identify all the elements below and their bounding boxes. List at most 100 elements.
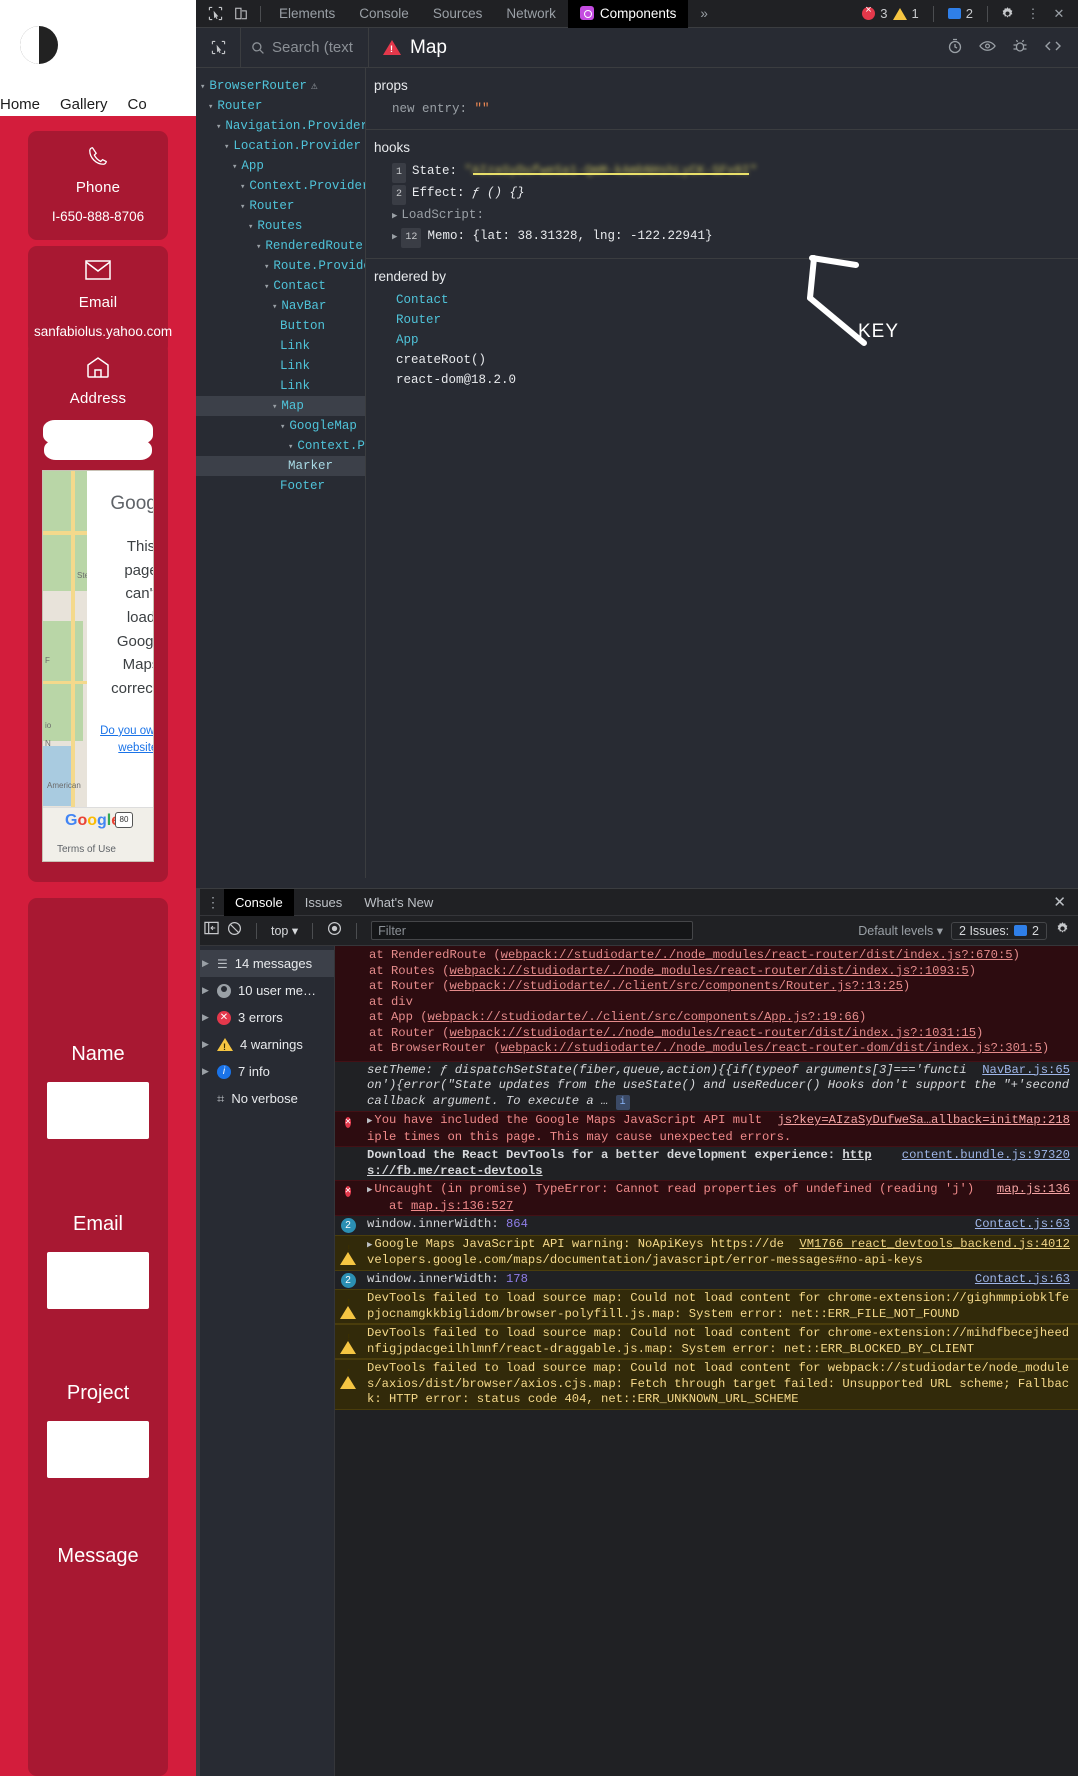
- live-expression-icon[interactable]: [327, 921, 342, 941]
- console-sidebar-item[interactable]: ▶ 4 warnings: [196, 1031, 334, 1058]
- stack-frame[interactable]: at Router (webpack://studiodarte/./node_…: [335, 1026, 1070, 1042]
- tree-node-routes[interactable]: ▾ Routes: [196, 216, 365, 236]
- rendered-by-item[interactable]: Router: [374, 310, 1078, 330]
- message-source[interactable]: Contact.js:63: [975, 1217, 1070, 1233]
- tree-node-app[interactable]: ▾ App: [196, 156, 365, 176]
- tree-node-contact[interactable]: ▾ Contact: [196, 276, 365, 296]
- chevron-right-icon[interactable]: ▶: [202, 958, 210, 969]
- inspect-element-icon[interactable]: [202, 3, 228, 25]
- hook-row-state[interactable]: 1 State: "AIzaSyDufweSa1-QmM-kAmbNHshLyCK…: [374, 161, 1078, 183]
- console-sidebar-item[interactable]: ▶ ☰ 14 messages: [196, 950, 334, 977]
- hook-row-loadscript[interactable]: ▶ LoadScript:: [374, 205, 1078, 226]
- tree-node-navigation-provider[interactable]: ▾ Navigation.Provider: [196, 116, 365, 136]
- stack-frame[interactable]: at Routes (webpack://studiodarte/./node_…: [335, 964, 1070, 980]
- chevron-down-icon[interactable]: ▾: [240, 182, 245, 192]
- message-counter[interactable]: 2: [940, 6, 981, 21]
- chevron-right-icon[interactable]: ▶: [367, 1240, 372, 1250]
- stack-frame[interactable]: at BrowserRouter (webpack://studiodarte/…: [335, 1041, 1070, 1057]
- gear-icon[interactable]: [994, 3, 1020, 25]
- site-logo-icon[interactable]: [20, 26, 58, 64]
- hook-row-effect[interactable]: 2 Effect: ƒ () {}: [374, 183, 1078, 205]
- hook-row-memo[interactable]: ▶ 12 Memo: {lat: 38.31328, lng: -122.22941…: [374, 226, 1078, 248]
- chevron-down-icon[interactable]: ▾: [208, 102, 213, 112]
- chevron-down-icon[interactable]: ▾: [232, 162, 237, 172]
- chevron-down-icon[interactable]: ▾: [264, 262, 269, 272]
- tree-node-button[interactable]: Button: [196, 316, 365, 336]
- chevron-right-icon[interactable]: ▶: [392, 232, 397, 242]
- tree-node-link[interactable]: Link: [196, 376, 365, 396]
- form-input-email[interactable]: [47, 1252, 149, 1309]
- console-warning-message[interactable]: DevTools failed to load source map: Coul…: [335, 1359, 1078, 1410]
- bug-icon[interactable]: [1012, 38, 1028, 57]
- tree-node-navbar[interactable]: ▾ NavBar: [196, 296, 365, 316]
- clear-console-icon[interactable]: [227, 921, 242, 941]
- log-level-selector[interactable]: Default levels ▾: [858, 923, 943, 938]
- form-input-name[interactable]: [47, 1082, 149, 1139]
- issue-counters[interactable]: 3 1: [854, 4, 926, 21]
- console-warning-message[interactable]: VM1766 react_devtools_backend.js:4012▶Go…: [335, 1234, 1078, 1271]
- console-settings-gear-icon[interactable]: [1055, 921, 1070, 941]
- message-source[interactable]: map.js:136: [997, 1182, 1070, 1198]
- chevron-down-icon[interactable]: ▾: [216, 122, 221, 132]
- chevron-down-icon[interactable]: ▾: [240, 202, 245, 212]
- chevron-right-icon[interactable]: ▶: [202, 1039, 210, 1050]
- stack-frame-url[interactable]: webpack://studiodarte/./client/src/compo…: [428, 1010, 860, 1024]
- chevron-down-icon[interactable]: ▾: [288, 442, 293, 452]
- nav-item-contact[interactable]: Co: [128, 96, 147, 113]
- console-filter-input[interactable]: Filter: [371, 921, 694, 940]
- stack-frame-url[interactable]: webpack://studiodarte/./node_modules/rea…: [501, 1041, 1042, 1055]
- tab-components[interactable]: Components: [567, 0, 689, 28]
- more-options-icon[interactable]: ⋮: [202, 894, 224, 911]
- console-sidebar-item[interactable]: ▶ i 7 info: [196, 1058, 334, 1085]
- message-source[interactable]: content.bundle.js:97320: [902, 1148, 1070, 1164]
- tree-node-context-provider[interactable]: ▾ Context.Provider: [196, 436, 365, 456]
- google-map-embed[interactable]: Steel Can F io N American Google This pa…: [42, 470, 154, 862]
- info-badge[interactable]: i: [615, 1094, 630, 1110]
- console-log[interactable]: at RenderedRoute (webpack://studiodarte/…: [196, 889, 1078, 1776]
- own-this-website-link[interactable]: Do you own this website?: [97, 723, 153, 758]
- select-component-icon[interactable]: [196, 40, 240, 55]
- console-warning-message[interactable]: DevTools failed to load source map: Coul…: [335, 1289, 1078, 1324]
- tree-node-location-provider[interactable]: ▾ Location.Provider: [196, 136, 365, 156]
- stack-frame-url[interactable]: webpack://studiodarte/./node_modules/rea…: [501, 948, 1013, 962]
- device-toolbar-icon[interactable]: [228, 3, 254, 25]
- tab-console[interactable]: Console: [347, 0, 421, 28]
- chevron-down-icon[interactable]: ▾: [280, 422, 285, 432]
- tree-node-map[interactable]: ▾ Map: [196, 396, 365, 416]
- chevron-down-icon[interactable]: ▾: [224, 142, 229, 152]
- tree-node-marker[interactable]: Marker: [196, 456, 365, 476]
- close-icon[interactable]: ✕: [1046, 3, 1072, 25]
- nav-item-gallery[interactable]: Gallery: [60, 96, 108, 113]
- close-icon[interactable]: ✕: [1041, 893, 1078, 911]
- rendered-by-item[interactable]: App: [374, 330, 1078, 350]
- chevron-right-icon[interactable]: ▶: [367, 1116, 372, 1126]
- console-error-message[interactable]: ✕ js?key=AIzaSyDufweSa…allback=initMap:21…: [335, 1111, 1078, 1147]
- tree-node-context-provider[interactable]: ▾ Context.Provider: [196, 176, 365, 196]
- console-warning-message[interactable]: DevTools failed to load source map: Coul…: [335, 1324, 1078, 1359]
- execution-context-selector[interactable]: top ▾: [271, 923, 298, 938]
- stack-frame[interactable]: at div: [335, 995, 1070, 1011]
- chevron-right-icon[interactable]: ▶: [392, 211, 397, 221]
- drawer-tab-console[interactable]: Console: [224, 888, 294, 916]
- console-sidebar-toggle-icon[interactable]: [204, 921, 219, 940]
- tab-overflow-button[interactable]: »: [688, 0, 720, 28]
- chevron-right-icon[interactable]: ▶: [202, 1066, 210, 1077]
- more-options-icon[interactable]: ⋮: [1020, 3, 1046, 25]
- message-source[interactable]: VM1766 react_devtools_backend.js:4012: [799, 1237, 1070, 1253]
- tree-node-router[interactable]: ▾ Router: [196, 196, 365, 216]
- chevron-down-icon[interactable]: ▾: [272, 302, 277, 312]
- chevron-down-icon[interactable]: ▾: [248, 222, 253, 232]
- tree-node-googlemap[interactable]: ▾ GoogleMap: [196, 416, 365, 436]
- chevron-down-icon[interactable]: ▾: [264, 282, 269, 292]
- chevron-right-icon[interactable]: ▶: [367, 1185, 372, 1195]
- message-source[interactable]: Contact.js:63: [975, 1272, 1070, 1288]
- chevron-right-icon[interactable]: ▶: [202, 1012, 210, 1023]
- message-source[interactable]: NavBar.js:65: [982, 1063, 1070, 1079]
- stack-frame-url[interactable]: webpack://studiodarte/./node_modules/rea…: [449, 964, 968, 978]
- chevron-down-icon[interactable]: ▾: [256, 242, 261, 252]
- console-sidebar[interactable]: ▶ ☰ 14 messages ▶ 10 user me… ▶ ✕ 3 errors ▶ 4 wa…: [196, 946, 335, 1776]
- tree-node-link[interactable]: Link: [196, 356, 365, 376]
- tab-sources[interactable]: Sources: [421, 0, 495, 28]
- chevron-down-icon[interactable]: ▾: [200, 82, 205, 92]
- tree-node-route-provider[interactable]: ▾ Route.Provider: [196, 256, 365, 276]
